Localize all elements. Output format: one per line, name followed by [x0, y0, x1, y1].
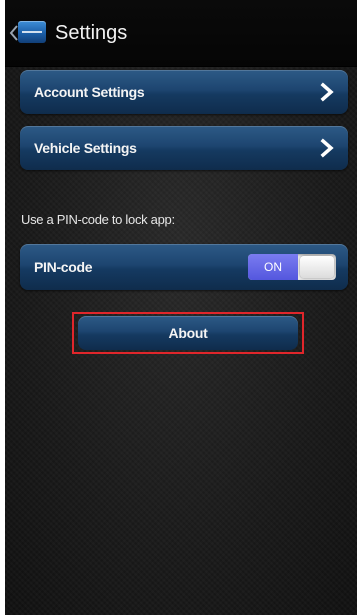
vehicle-settings-label: Vehicle Settings — [34, 140, 137, 156]
settings-screen: Settings Account Settings Vehicle Settin… — [5, 0, 357, 615]
page-title: Settings — [55, 22, 128, 44]
action-bar: Settings — [5, 0, 357, 67]
chevron-right-icon — [320, 82, 334, 102]
pin-code-row: PIN-code ON — [20, 244, 348, 290]
vehicle-settings-button[interactable]: Vehicle Settings — [20, 126, 348, 170]
about-label: About — [168, 325, 208, 341]
pin-code-toggle[interactable]: ON — [248, 254, 336, 280]
pin-section-label: Use a PIN-code to lock app: — [21, 212, 175, 227]
app-logo[interactable] — [18, 21, 46, 43]
pin-code-label: PIN-code — [34, 259, 93, 275]
about-button[interactable]: About — [78, 316, 298, 350]
toggle-thumb[interactable] — [300, 256, 334, 278]
account-settings-label: Account Settings — [34, 84, 145, 100]
chevron-right-icon — [320, 138, 334, 158]
account-settings-button[interactable]: Account Settings — [20, 70, 348, 114]
toggle-on-label: ON — [248, 254, 298, 280]
